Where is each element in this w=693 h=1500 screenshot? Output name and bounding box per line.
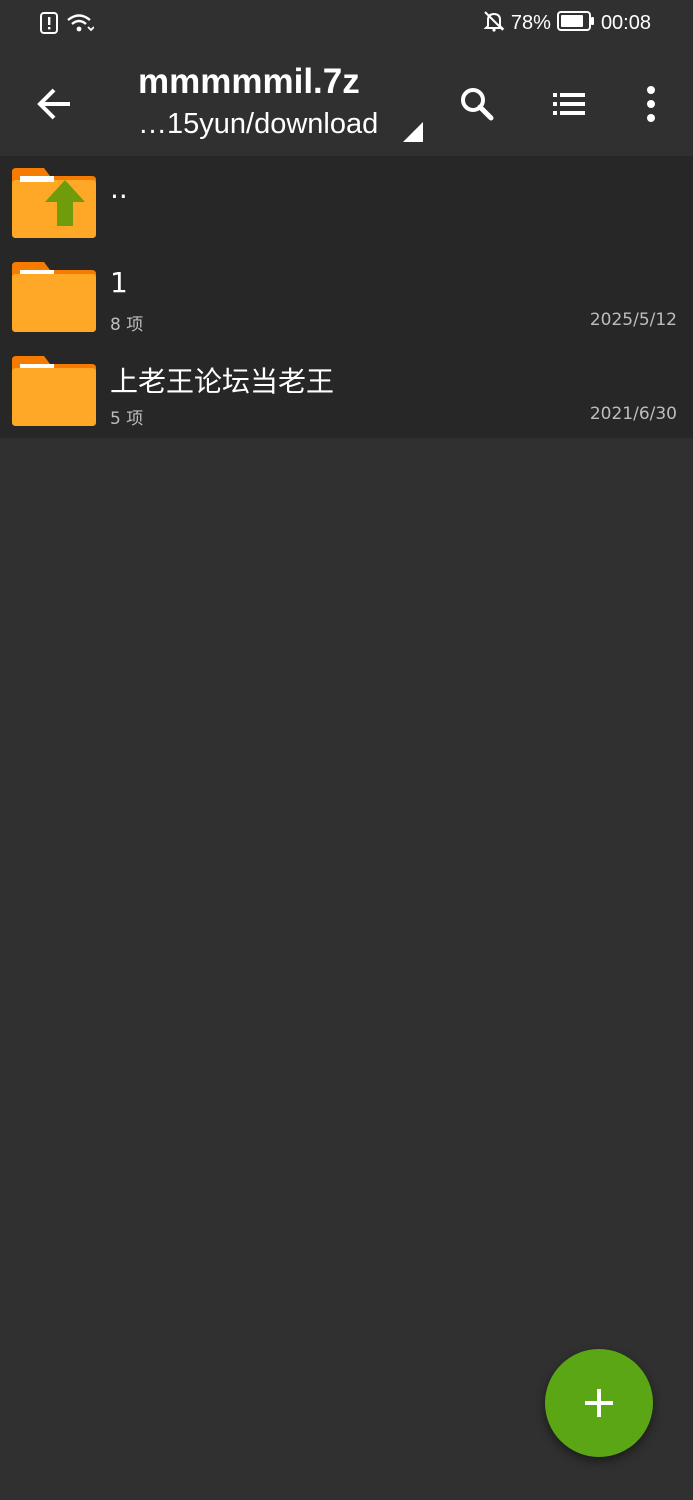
status-right: 78% 00:08: [483, 10, 651, 37]
current-path: …15yun/download: [138, 108, 379, 140]
folder-up-icon: [12, 168, 96, 238]
file-name: 1: [110, 266, 128, 299]
folder-icon: [12, 356, 96, 426]
folder-icon: [12, 262, 96, 332]
list-item-parent[interactable]: ..: [0, 156, 693, 250]
path-selector[interactable]: …15yun/download: [138, 104, 438, 144]
add-fab-button[interactable]: [545, 1349, 653, 1457]
wifi-icon: [66, 12, 95, 38]
app-screen: 78% 00:08 mmmmmil.7z …15yun/download .. …: [0, 0, 693, 1500]
toolbar: mmmmmil.7z …15yun/download: [0, 50, 693, 155]
file-list: .. 1 8 项 2025/5/12 上老王论坛当老王 5 项 2021/6/3…: [0, 156, 693, 438]
search-icon: [461, 88, 494, 121]
item-count: 5 项: [110, 409, 144, 429]
archive-title: mmmmmil.7z: [138, 62, 360, 101]
status-bar: 78% 00:08: [0, 0, 693, 50]
title-block: mmmmmil.7z …15yun/download: [138, 60, 438, 144]
back-button[interactable]: [30, 80, 78, 128]
file-name: ..: [110, 172, 128, 205]
add-icon: [585, 1389, 613, 1417]
list-view-button[interactable]: [545, 80, 593, 128]
search-button[interactable]: [453, 80, 501, 128]
list-item[interactable]: 上老王论坛当老王 5 项 2021/6/30: [0, 344, 693, 438]
notifications-off-icon: [483, 10, 505, 37]
item-count: 8 项: [110, 315, 144, 335]
battery-percent: 78%: [510, 12, 551, 34]
dropdown-triangle-icon: [403, 122, 423, 142]
list-item[interactable]: 1 8 项 2025/5/12: [0, 250, 693, 344]
more-vert-icon: [647, 86, 655, 122]
alert-icon: [40, 12, 60, 38]
battery-icon: [556, 11, 595, 36]
clock: 00:08: [600, 12, 651, 34]
more-options-button[interactable]: [627, 80, 675, 128]
back-arrow-icon: [37, 88, 70, 120]
modified-date: 2025/5/12: [589, 310, 677, 330]
file-name: 上老王论坛当老王: [110, 365, 335, 398]
modified-date: 2021/6/30: [589, 404, 677, 424]
list-view-icon: [553, 93, 585, 115]
status-left: [40, 12, 95, 38]
